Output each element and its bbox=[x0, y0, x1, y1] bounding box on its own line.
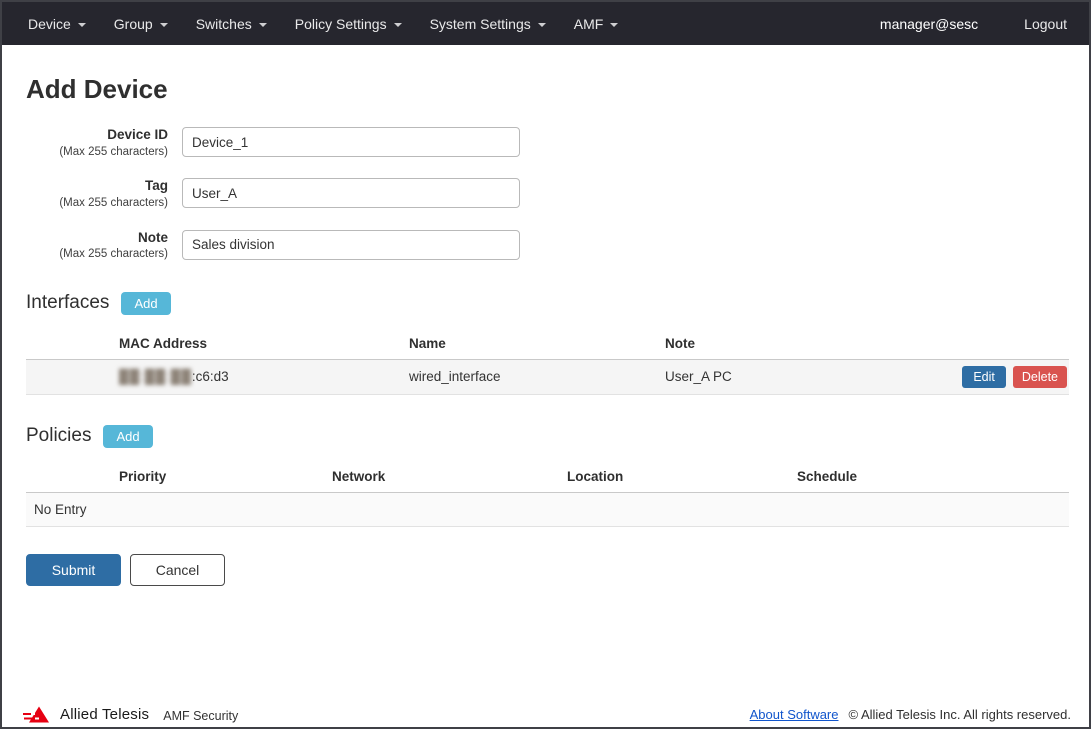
note-hint: (Max 255 characters) bbox=[26, 247, 168, 261]
policies-add-button[interactable]: Add bbox=[103, 425, 152, 448]
device-id-label: Device ID bbox=[26, 127, 168, 144]
interfaces-title: Interfaces bbox=[26, 292, 109, 314]
footer-brand-group: Allied Telesis AMF Security bbox=[22, 706, 238, 723]
form-row-tag: Tag (Max 255 characters) bbox=[26, 178, 1065, 210]
footer-right-group: About Software © Allied Telesis Inc. All… bbox=[750, 707, 1071, 722]
header-priority: Priority bbox=[119, 469, 332, 484]
interfaces-table: MAC Address Name Note ██:██:██:c6:d3 wir… bbox=[26, 329, 1069, 395]
device-id-hint: (Max 255 characters) bbox=[26, 145, 168, 159]
chevron-down-icon bbox=[394, 23, 402, 27]
interface-note-cell: User_A PC bbox=[665, 369, 949, 384]
policies-table-header: Priority Network Location Schedule bbox=[26, 462, 1069, 493]
nav-item-switches[interactable]: Switches bbox=[184, 10, 279, 38]
policies-section-header: Policies Add bbox=[26, 425, 1065, 448]
nav-item-label: System Settings bbox=[430, 16, 531, 32]
note-input[interactable] bbox=[182, 230, 520, 260]
form-row-note: Note (Max 255 characters) bbox=[26, 230, 1065, 262]
nav-item-label: Policy Settings bbox=[295, 16, 387, 32]
header-name: Name bbox=[409, 336, 665, 351]
add-device-form: Device ID (Max 255 characters) Tag (Max … bbox=[26, 127, 1065, 262]
nav-item-label: Group bbox=[114, 16, 153, 32]
form-actions: Submit Cancel bbox=[26, 554, 1065, 586]
allied-telesis-logo-icon bbox=[22, 706, 52, 723]
chevron-down-icon bbox=[538, 23, 546, 27]
note-label: Note bbox=[26, 230, 168, 247]
form-row-device-id: Device ID (Max 255 characters) bbox=[26, 127, 1065, 159]
nav-item-policy-settings[interactable]: Policy Settings bbox=[283, 10, 414, 38]
header-mac-address: MAC Address bbox=[119, 336, 409, 351]
interface-edit-button[interactable]: Edit bbox=[962, 366, 1006, 388]
tag-label-group: Tag (Max 255 characters) bbox=[26, 178, 182, 210]
nav-item-system-settings[interactable]: System Settings bbox=[418, 10, 558, 38]
nav-item-label: AMF bbox=[574, 16, 604, 32]
device-id-input[interactable] bbox=[182, 127, 520, 157]
footer-brand-name: Allied Telesis bbox=[60, 706, 149, 723]
nav-item-label: Switches bbox=[196, 16, 252, 32]
top-navbar: Device Group Switches Policy Settings Sy… bbox=[2, 2, 1089, 45]
navbar-menu: Device Group Switches Policy Settings Sy… bbox=[16, 10, 880, 38]
page-footer: Allied Telesis AMF Security About Softwa… bbox=[2, 706, 1089, 723]
submit-button[interactable]: Submit bbox=[26, 554, 121, 586]
mac-visible-part: :c6:d3 bbox=[192, 369, 229, 384]
policies-table: Priority Network Location Schedule No En… bbox=[26, 462, 1069, 527]
header-note: Note bbox=[665, 336, 949, 351]
nav-item-amf[interactable]: AMF bbox=[562, 10, 631, 38]
chevron-down-icon bbox=[259, 23, 267, 27]
nav-item-group[interactable]: Group bbox=[102, 10, 180, 38]
navbar-user: manager@sesc bbox=[880, 16, 978, 32]
header-schedule: Schedule bbox=[797, 469, 1069, 484]
footer-product-name: AMF Security bbox=[163, 709, 238, 723]
interface-name-cell: wired_interface bbox=[409, 369, 665, 384]
cancel-button[interactable]: Cancel bbox=[130, 554, 225, 586]
logout-button[interactable]: Logout bbox=[1024, 16, 1067, 32]
footer-copyright: © Allied Telesis Inc. All rights reserve… bbox=[849, 707, 1072, 722]
device-id-label-group: Device ID (Max 255 characters) bbox=[26, 127, 182, 159]
note-label-group: Note (Max 255 characters) bbox=[26, 230, 182, 262]
tag-input[interactable] bbox=[182, 178, 520, 208]
tag-hint: (Max 255 characters) bbox=[26, 196, 168, 210]
header-network: Network bbox=[332, 469, 567, 484]
chevron-down-icon bbox=[160, 23, 168, 27]
app-window: Device Group Switches Policy Settings Sy… bbox=[0, 0, 1091, 729]
interface-row: ██:██:██:c6:d3 wired_interface User_A PC… bbox=[26, 360, 1069, 395]
page-title: Add Device bbox=[26, 74, 1065, 105]
header-location: Location bbox=[567, 469, 797, 484]
main-content: Add Device Device ID (Max 255 characters… bbox=[2, 74, 1089, 586]
mac-redacted-part: ██:██:██ bbox=[119, 369, 192, 384]
interface-actions-cell: Edit Delete bbox=[949, 366, 1069, 388]
tag-label: Tag bbox=[26, 178, 168, 195]
interfaces-add-button[interactable]: Add bbox=[121, 292, 170, 315]
policies-empty-row: No Entry bbox=[26, 493, 1069, 527]
policies-title: Policies bbox=[26, 425, 91, 447]
interfaces-table-header: MAC Address Name Note bbox=[26, 329, 1069, 360]
interface-mac-cell: ██:██:██:c6:d3 bbox=[119, 369, 409, 384]
about-software-link[interactable]: About Software bbox=[750, 707, 839, 722]
chevron-down-icon bbox=[610, 23, 618, 27]
interfaces-section-header: Interfaces Add bbox=[26, 292, 1065, 315]
chevron-down-icon bbox=[78, 23, 86, 27]
nav-item-device[interactable]: Device bbox=[16, 10, 98, 38]
navbar-right: manager@sesc Logout bbox=[880, 16, 1075, 32]
nav-item-label: Device bbox=[28, 16, 71, 32]
interface-delete-button[interactable]: Delete bbox=[1013, 366, 1067, 388]
